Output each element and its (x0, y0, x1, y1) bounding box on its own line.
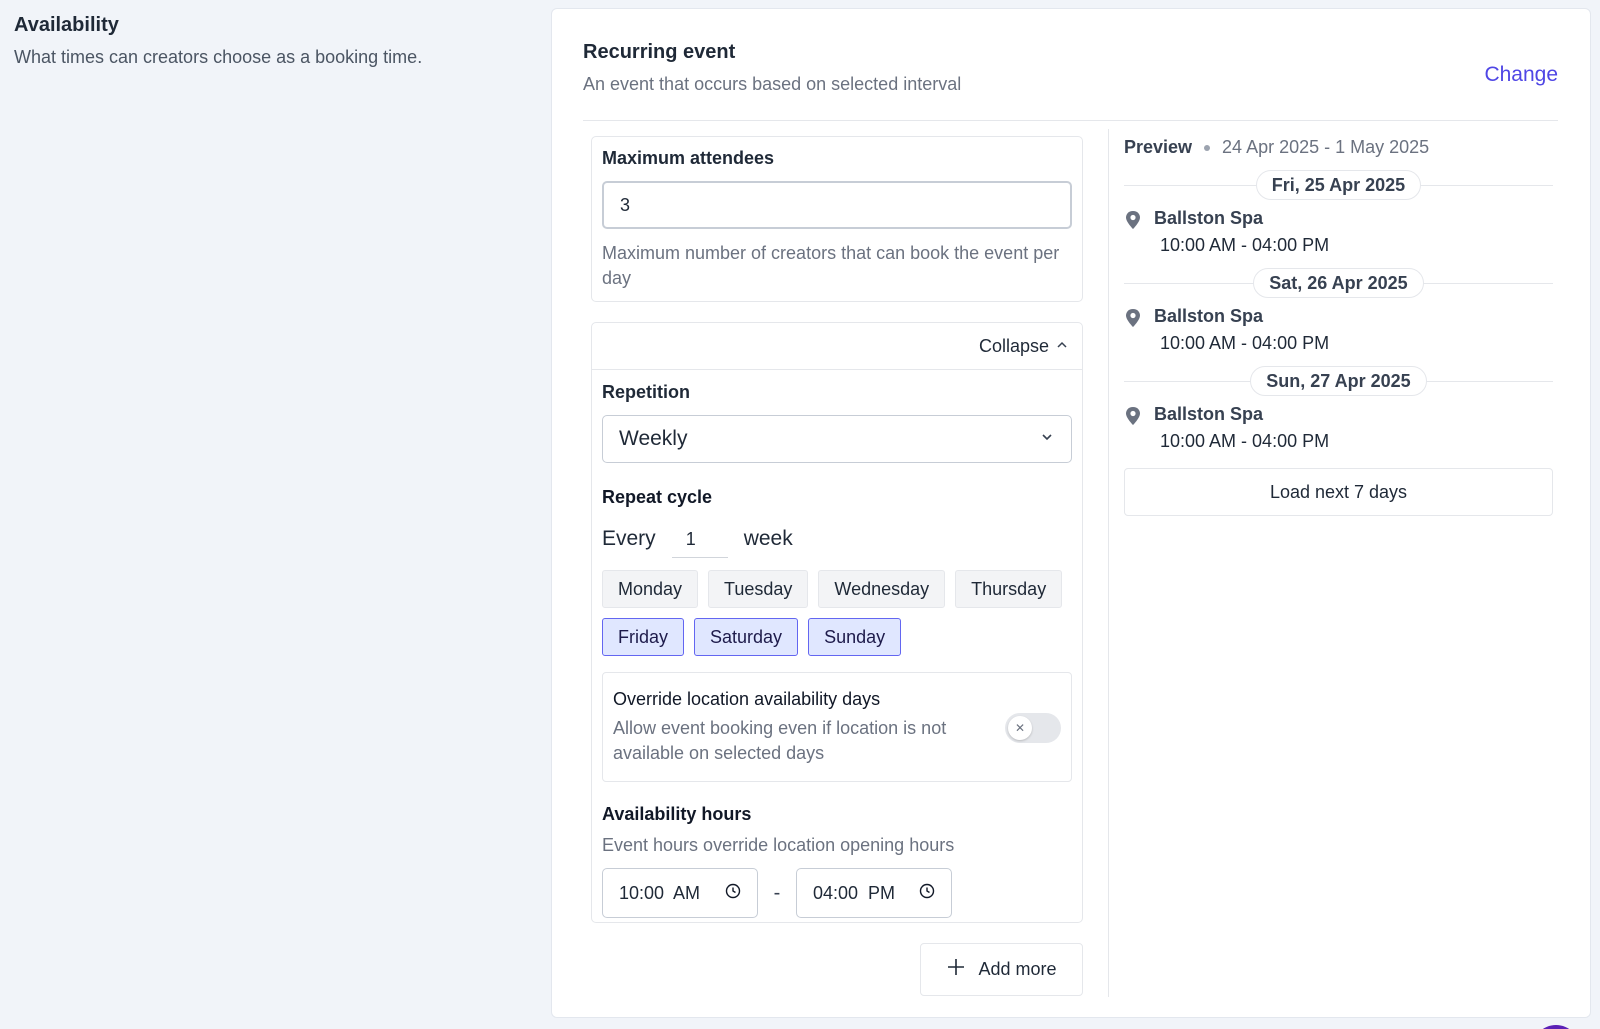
location-pin-icon (1124, 306, 1154, 354)
availability-hours-description: Event hours override location opening ho… (602, 835, 955, 855)
day-wednesday[interactable]: Wednesday (818, 570, 946, 608)
location-pin-icon (1124, 208, 1154, 256)
slot-time: 10:00 AM - 04:00 PM (1160, 333, 1330, 353)
preview-panel: Preview 24 Apr 2025 - 1 May 2025 Fri, 25… (1108, 129, 1568, 997)
date-divider: Sat, 26 Apr 2025 (1124, 268, 1553, 298)
load-next-days-button[interactable]: Load next 7 days (1124, 468, 1553, 516)
preview-day-group: Fri, 25 Apr 2025 Ballston Spa 10:00 AM -… (1124, 170, 1553, 256)
max-attendees-input[interactable]: 3 (602, 181, 1072, 229)
preview-slot: Ballston Spa 10:00 AM - 04:00 PM (1124, 306, 1553, 354)
preview-slot: Ballston Spa 10:00 AM - 04:00 PM (1124, 404, 1553, 452)
preview-range: 24 Apr 2025 - 1 May 2025 (1222, 137, 1430, 157)
slot-time: 10:00 AM - 04:00 PM (1160, 431, 1330, 451)
floating-action-button[interactable] (1532, 1025, 1580, 1029)
override-toggle[interactable]: ✕ (1005, 713, 1061, 743)
clock-icon (919, 883, 935, 904)
section-title: Availability (14, 14, 119, 36)
start-time-input[interactable]: 10:00 AM (602, 868, 758, 918)
availability-section: Availability What times can creators cho… (14, 14, 534, 68)
day-tuesday[interactable]: Tuesday (708, 570, 809, 608)
add-more-button[interactable]: Add more (920, 943, 1083, 996)
date-divider: Fri, 25 Apr 2025 (1124, 170, 1553, 200)
plus-icon (946, 957, 966, 982)
day-thursday[interactable]: Thursday (955, 570, 1063, 608)
day-monday[interactable]: Monday (602, 570, 699, 608)
preview-header: Preview 24 Apr 2025 - 1 May 2025 (1124, 137, 1553, 158)
every-row: Every 1 week (602, 520, 1072, 558)
max-attendees-label: Maximum attendees (602, 148, 775, 168)
repetition-select[interactable]: Weekly (602, 415, 1072, 463)
clock-icon (725, 883, 741, 904)
repetition-label: Repetition (602, 382, 690, 402)
every-label: Every (602, 527, 656, 550)
slot-location: Ballston Spa (1154, 306, 1264, 326)
change-link[interactable]: Change (1484, 63, 1558, 87)
collapse-button[interactable]: Collapse (592, 323, 1082, 370)
day-selector: Monday Tuesday Wednesday Thursday Friday… (602, 570, 1072, 656)
repetition-box: Collapse Repetition Weekly Repeat cycle … (591, 322, 1083, 923)
override-title: Override location availability days (613, 689, 881, 709)
repeat-cycle-label: Repeat cycle (602, 487, 713, 507)
availability-hours-label: Availability hours (602, 804, 752, 824)
location-pin-icon (1124, 404, 1154, 452)
start-time-value: 10:00 AM (619, 882, 701, 903)
slot-location: Ballston Spa (1154, 208, 1264, 228)
section-description: What times can creators choose as a book… (14, 47, 423, 67)
card-subtitle: An event that occurs based on selected i… (583, 74, 962, 94)
repetition-selected: Weekly (619, 427, 688, 450)
unit-label: week (743, 527, 793, 550)
hours-row: 10:00 AM - 04:00 PM (602, 868, 1072, 918)
card-header: Recurring event An event that occurs bas… (583, 41, 1558, 121)
preview-label: Preview (1124, 137, 1193, 157)
date-pill: Fri, 25 Apr 2025 (1255, 170, 1422, 200)
date-divider: Sun, 27 Apr 2025 (1124, 366, 1553, 396)
every-input[interactable]: 1 (671, 520, 728, 558)
chevron-up-icon (1055, 336, 1069, 357)
slot-time: 10:00 AM - 04:00 PM (1160, 235, 1330, 255)
preview-day-group: Sun, 27 Apr 2025 Ballston Spa 10:00 AM -… (1124, 366, 1553, 452)
close-icon: ✕ (1008, 716, 1032, 740)
slot-location: Ballston Spa (1154, 404, 1264, 424)
date-pill: Sat, 26 Apr 2025 (1253, 268, 1424, 298)
override-description: Allow event booking even if location is … (613, 718, 947, 763)
day-saturday[interactable]: Saturday (694, 618, 799, 656)
date-pill: Sun, 27 Apr 2025 (1250, 366, 1427, 396)
override-availability-box: Override location availability days Allo… (602, 672, 1072, 782)
add-more-label: Add more (978, 959, 1057, 979)
separator-dot (1204, 144, 1211, 151)
collapse-label: Collapse (978, 335, 1049, 356)
end-time-input[interactable]: 04:00 PM (796, 868, 952, 918)
recurring-event-card: Recurring event An event that occurs bas… (551, 8, 1591, 1018)
end-time-value: 04:00 PM (813, 882, 896, 903)
max-attendees-hint: Maximum number of creators that can book… (602, 243, 1060, 288)
settings-panel: Maximum attendees 3 Maximum number of cr… (591, 136, 1083, 996)
day-sunday[interactable]: Sunday (808, 618, 902, 656)
card-title: Recurring event (583, 41, 736, 63)
day-friday[interactable]: Friday (602, 618, 685, 656)
chevron-down-icon (1039, 427, 1055, 451)
time-separator: - (773, 881, 781, 904)
preview-day-group: Sat, 26 Apr 2025 Ballston Spa 10:00 AM -… (1124, 268, 1553, 354)
preview-slot: Ballston Spa 10:00 AM - 04:00 PM (1124, 208, 1553, 256)
max-attendees-box: Maximum attendees 3 Maximum number of cr… (591, 136, 1083, 302)
